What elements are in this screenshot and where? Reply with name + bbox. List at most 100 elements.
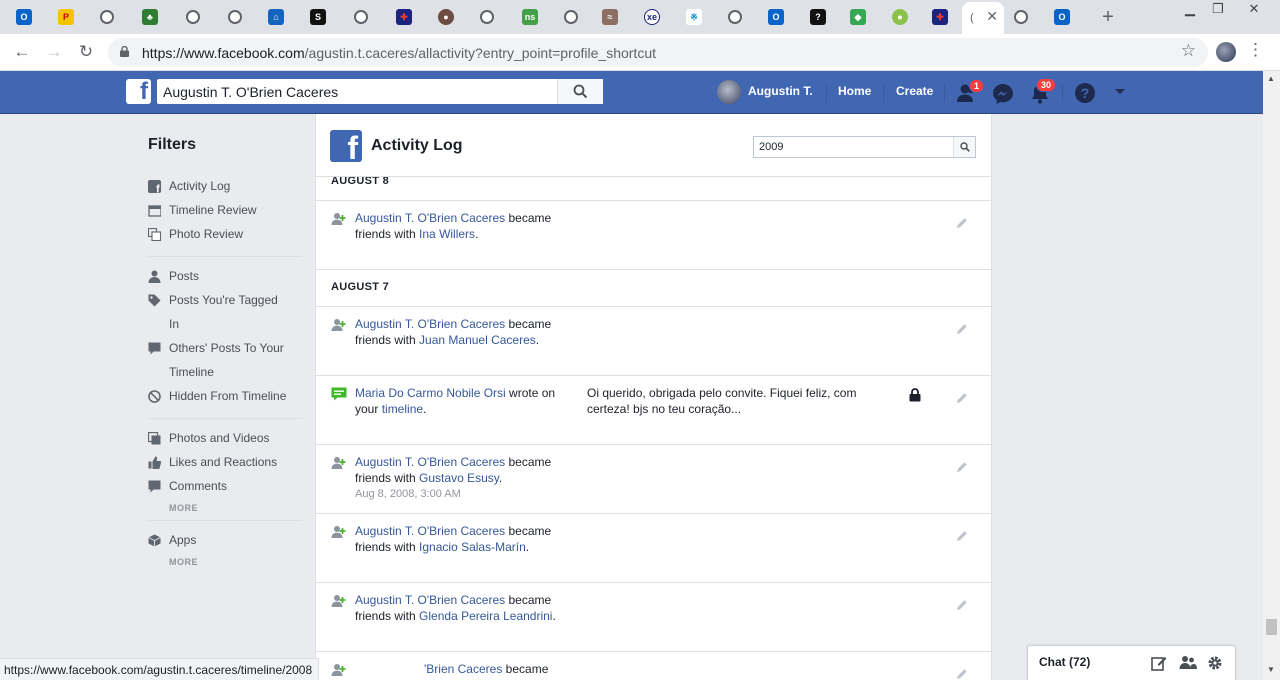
forward-icon[interactable]: → <box>43 41 65 63</box>
browser-tab[interactable]: ※ <box>682 6 712 28</box>
scrollbar-thumb[interactable] <box>1266 619 1277 635</box>
actor-link[interactable]: Augustin T. O'Brien Caceres <box>355 455 505 469</box>
sidebar-item-label: Timeline Review <box>169 203 257 217</box>
facebook-logo-icon[interactable]: f <box>126 78 151 105</box>
browser-tab[interactable] <box>1010 6 1040 28</box>
address-bar[interactable]: https://www.facebook.com/agustin.t.cacer… <box>108 38 1208 67</box>
verb-text: became <box>508 455 552 469</box>
browser-tab[interactable]: ◆ <box>846 6 876 28</box>
browser-tab[interactable]: O <box>12 6 42 28</box>
browser-tab[interactable] <box>96 6 126 28</box>
home-link[interactable]: Home <box>838 84 871 98</box>
back-icon[interactable]: ← <box>11 41 33 63</box>
sidebar-item-label: Likes and Reactions <box>169 455 278 469</box>
verb-text: friends with <box>355 333 416 347</box>
sidebar-more-link[interactable]: MORE <box>169 503 198 513</box>
xe-favicon-icon: xe <box>644 9 660 25</box>
scroll-down-icon[interactable]: ▼ <box>1267 665 1275 674</box>
bookmark-star-icon[interactable]: ☆ <box>1181 41 1196 61</box>
new-tab-button[interactable]: + <box>1096 6 1120 30</box>
scroll-up-icon[interactable]: ▲ <box>1267 74 1275 83</box>
speech-bubble-icon <box>148 342 161 355</box>
browser-tab[interactable]: S <box>306 6 336 28</box>
create-link[interactable]: Create <box>896 84 933 98</box>
author-link[interactable]: Maria Do Carmo Nobile Orsi <box>355 386 506 400</box>
tag-icon <box>148 294 161 307</box>
person-icon <box>148 270 161 283</box>
browser-menu-icon[interactable]: ⋮ <box>1247 40 1264 60</box>
browser-tab[interactable]: ● <box>434 6 464 28</box>
edit-pencil-icon[interactable] <box>956 668 968 680</box>
browser-tab[interactable]: ⌂ <box>264 6 294 28</box>
browser-tab[interactable] <box>182 6 212 28</box>
browser-tab[interactable]: O <box>764 6 794 28</box>
actor-link[interactable]: Augustin T. O'Brien Caceres <box>355 524 505 538</box>
edit-pencil-icon[interactable] <box>956 599 968 611</box>
page-scrollbar[interactable]: ▲ ▼ <box>1263 71 1280 680</box>
browser-tab[interactable] <box>560 6 590 28</box>
timestamp[interactable]: Aug 8, 2008, 3:00 AM <box>355 486 570 502</box>
account-menu-chevron-icon[interactable] <box>1114 88 1126 96</box>
browser-tab[interactable] <box>476 6 506 28</box>
actor-link[interactable]: Augustin T. O'Brien Caceres <box>355 593 505 607</box>
browser-tab[interactable]: ✚ <box>392 6 422 28</box>
browser-tab[interactable]: ● <box>888 6 918 28</box>
year-search-button[interactable] <box>953 137 975 157</box>
friend-link[interactable]: Glenda Pereira Leandrini <box>419 609 552 623</box>
lock-icon[interactable] <box>909 388 921 402</box>
browser-tab[interactable] <box>350 6 380 28</box>
minimize-icon[interactable]: ▁ <box>1176 0 1204 20</box>
search-button[interactable] <box>557 79 603 104</box>
friend-link[interactable]: Gustavo Esusy <box>419 471 499 485</box>
browser-tab[interactable]: ✚ <box>928 6 958 28</box>
create-group-icon[interactable] <box>1179 655 1197 671</box>
browser-tab[interactable]: ♣ <box>138 6 168 28</box>
actor-link[interactable]: Augustin T. O'Brien Caceres <box>355 317 505 331</box>
help-icon[interactable]: ? <box>1074 82 1096 104</box>
browser-tab[interactable] <box>224 6 254 28</box>
chat-bar[interactable]: Chat (72) <box>1027 645 1236 680</box>
search-icon <box>960 142 970 152</box>
browser-tab[interactable]: P <box>54 6 84 28</box>
verb-text: friends with <box>355 227 416 241</box>
photo-review-icon <box>148 228 161 241</box>
close-tab-icon[interactable]: ✕ <box>986 8 998 25</box>
close-window-icon[interactable]: ✕ <box>1240 0 1268 20</box>
browser-tab[interactable]: O <box>1050 6 1080 28</box>
profile-link[interactable]: Augustin T. <box>748 84 813 98</box>
friends-icon <box>331 595 346 607</box>
restore-icon[interactable]: ❐ <box>1204 0 1232 20</box>
browser-profile-avatar[interactable] <box>1216 42 1236 62</box>
edit-pencil-icon[interactable] <box>956 461 968 473</box>
timeline-link[interactable]: timeline <box>382 402 423 416</box>
edit-pencil-icon[interactable] <box>956 392 968 404</box>
profile-avatar[interactable] <box>717 80 741 104</box>
friends-icon <box>331 457 346 469</box>
browser-tab[interactable]: ? <box>806 6 836 28</box>
year-search-input[interactable] <box>754 137 954 157</box>
edit-pencil-icon[interactable] <box>956 323 968 335</box>
chat-settings-gear-icon[interactable] <box>1207 655 1223 671</box>
messenger-icon[interactable] <box>992 83 1014 105</box>
url-path: /agustin.t.caceres/allactivity?entry_poi… <box>304 45 656 61</box>
reload-icon[interactable]: ↻ <box>75 41 97 63</box>
sidebar-more-link[interactable]: MORE <box>169 557 198 567</box>
actor-link[interactable]: Augustin T. O'Brien Caceres <box>355 211 505 225</box>
friend-link[interactable]: Ignacio Salas-Marín <box>419 540 526 554</box>
facebook-search-input[interactable] <box>157 79 557 104</box>
browser-tab[interactable]: xe <box>640 6 670 28</box>
browser-tab[interactable] <box>724 6 754 28</box>
edit-pencil-icon[interactable] <box>956 217 968 229</box>
browser-tab-active[interactable]: ( ✕ <box>962 2 1004 34</box>
round-favicon-icon: ● <box>438 9 454 25</box>
new-message-icon[interactable] <box>1151 655 1167 671</box>
edit-pencil-icon[interactable] <box>956 530 968 542</box>
friend-link[interactable]: Ina Willers <box>419 227 475 241</box>
friend-link[interactable]: Juan Manuel Caceres <box>419 333 536 347</box>
row-divider <box>316 306 991 307</box>
browser-tab[interactable]: ns <box>518 6 548 28</box>
browser-tab[interactable]: ≈ <box>598 6 628 28</box>
s-favicon-icon: S <box>310 9 326 25</box>
friends-icon <box>331 213 346 225</box>
actor-link[interactable]: 'Brien Caceres <box>424 662 502 676</box>
